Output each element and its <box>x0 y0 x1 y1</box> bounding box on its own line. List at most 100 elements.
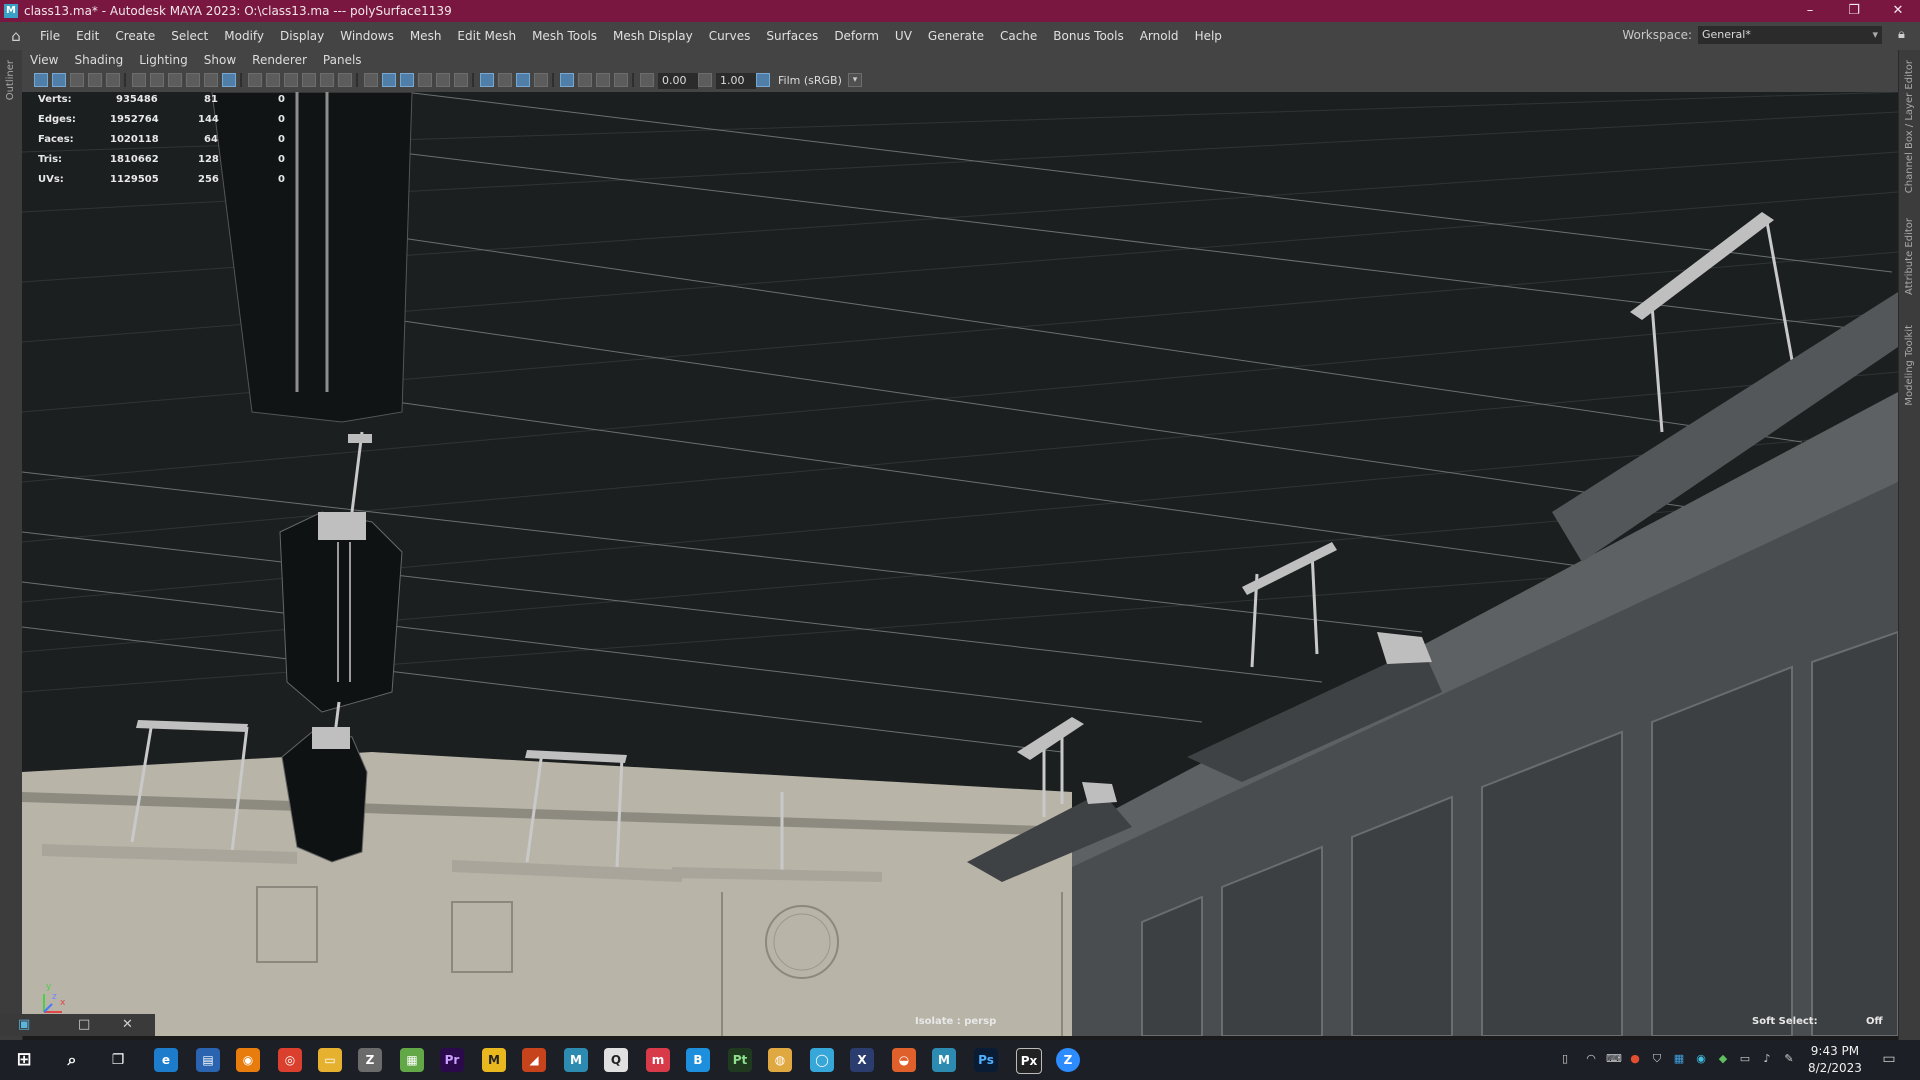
app-blue-icon[interactable]: B <box>686 1048 710 1072</box>
windows-start-icon[interactable]: ⊞ <box>12 1048 36 1072</box>
modeling-toolkit-tab[interactable]: Modeling Toolkit <box>1904 325 1915 406</box>
gate-mask-icon[interactable] <box>204 73 218 87</box>
restore-icon[interactable]: □ <box>78 1017 90 1032</box>
use-all-lights-icon[interactable] <box>364 73 378 87</box>
menu-mesh[interactable]: Mesh <box>402 29 450 43</box>
restore-button[interactable]: ❐ <box>1832 0 1876 22</box>
tray-app-icon[interactable]: ● <box>1628 1052 1642 1066</box>
volume-icon[interactable]: ♪ <box>1760 1052 1774 1066</box>
panel-menu-lighting[interactable]: Lighting <box>131 53 196 67</box>
channel-box-tab[interactable]: Channel Box / Layer Editor <box>1904 60 1915 193</box>
bookmark-icon[interactable] <box>70 73 84 87</box>
panel-menu-shading[interactable]: Shading <box>66 53 131 67</box>
maya-2-icon[interactable]: M <box>932 1048 956 1072</box>
menu-create[interactable]: Create <box>107 29 163 43</box>
smooth-shade-icon[interactable] <box>302 73 316 87</box>
substance-painter-icon[interactable]: Pt <box>728 1048 752 1072</box>
app-yellow-icon[interactable]: ◍ <box>768 1048 792 1072</box>
attribute-editor-tab[interactable]: Attribute Editor <box>1904 218 1915 295</box>
tray-wifi-icon[interactable]: ◠ <box>1584 1052 1598 1066</box>
frame-selected-icon[interactable] <box>614 73 628 87</box>
menu-file[interactable]: File <box>32 29 68 43</box>
tray-cloud-icon[interactable]: ◉ <box>1694 1052 1708 1066</box>
pen-icon[interactable]: ✎ <box>1782 1052 1796 1066</box>
motion-blur-icon[interactable] <box>418 73 432 87</box>
panel-menu-show[interactable]: Show <box>196 53 244 67</box>
minimize-button[interactable]: – <box>1788 0 1832 22</box>
camera-lock-icon[interactable] <box>578 73 592 87</box>
menu-generate[interactable]: Generate <box>920 29 992 43</box>
menu-surfaces[interactable]: Surfaces <box>758 29 826 43</box>
edge-icon[interactable]: e <box>154 1048 178 1072</box>
system-clock[interactable]: 9:43 PM 8/2/2023 <box>1808 1043 1862 1077</box>
outliner-tab[interactable]: Outliner <box>5 60 16 100</box>
tray-shield-icon[interactable]: ⛉ <box>1650 1052 1664 1066</box>
panel-menu-renderer[interactable]: Renderer <box>244 53 315 67</box>
wireframe-on-shaded-icon[interactable] <box>320 73 334 87</box>
store-icon[interactable]: ▤ <box>196 1048 220 1072</box>
depth-of-field-icon[interactable] <box>454 73 468 87</box>
tray-keyboard-icon[interactable]: ⌨ <box>1606 1052 1622 1066</box>
maps-icon[interactable]: ▦ <box>400 1048 424 1072</box>
menu-mesh-tools[interactable]: Mesh Tools <box>524 29 605 43</box>
grid-icon[interactable] <box>150 73 164 87</box>
resolution-gate-icon[interactable] <box>186 73 200 87</box>
safe-action-icon[interactable] <box>248 73 262 87</box>
menu-edit[interactable]: Edit <box>68 29 107 43</box>
wireframe-icon[interactable] <box>284 73 298 87</box>
color-management-icon[interactable] <box>756 73 770 87</box>
close-icon[interactable]: ✕ <box>122 1017 133 1032</box>
menu-cache[interactable]: Cache <box>992 29 1045 43</box>
exposure-field[interactable]: 0.00 <box>658 73 698 89</box>
panel-menu-view[interactable]: View <box>22 53 66 67</box>
menu-bonus-tools[interactable]: Bonus Tools <box>1045 29 1131 43</box>
app-x-icon[interactable]: X <box>850 1048 874 1072</box>
maya-window-icon[interactable]: ▣ <box>18 1017 30 1032</box>
menu-curves[interactable]: Curves <box>701 29 759 43</box>
chrome-icon[interactable]: ◎ <box>278 1048 302 1072</box>
panel-menu-panels[interactable]: Panels <box>315 53 370 67</box>
home-icon[interactable]: ⌂ <box>6 26 26 46</box>
screen-space-ao-icon[interactable] <box>400 73 414 87</box>
lock-icon[interactable]: 🔒︎ <box>1898 27 1912 43</box>
blender-icon[interactable]: ◉ <box>236 1048 260 1072</box>
safe-title-icon[interactable] <box>266 73 280 87</box>
app-orange-icon[interactable]: ◢ <box>522 1048 546 1072</box>
grease-pencil-icon[interactable] <box>132 73 146 87</box>
app-red-icon[interactable]: m <box>646 1048 670 1072</box>
tray-usb-icon[interactable]: ▯ <box>1558 1052 1572 1066</box>
premiere-icon[interactable]: Pr <box>440 1048 464 1072</box>
close-button[interactable]: ✕ <box>1876 0 1920 22</box>
houdini-icon[interactable]: ◒ <box>892 1048 916 1072</box>
zoom-icon[interactable]: Z <box>1056 1048 1080 1072</box>
tray-nvidia-icon[interactable]: ◆ <box>1716 1052 1730 1066</box>
image-plane-icon[interactable] <box>88 73 102 87</box>
menu-mesh-display[interactable]: Mesh Display <box>605 29 701 43</box>
gamma-field[interactable]: 1.00 <box>716 73 756 89</box>
menu-edit-mesh[interactable]: Edit Mesh <box>449 29 524 43</box>
file-explorer-icon[interactable]: ▭ <box>318 1048 342 1072</box>
3d-viewport[interactable] <box>22 92 1898 1036</box>
marmoset-icon[interactable]: M <box>482 1048 506 1072</box>
menu-select[interactable]: Select <box>163 29 216 43</box>
pixplant-icon[interactable]: Px <box>1016 1048 1042 1074</box>
zbrush-icon[interactable]: Z <box>358 1048 382 1072</box>
maya-taskbar-icon[interactable]: M <box>564 1048 588 1072</box>
menu-deform[interactable]: Deform <box>826 29 887 43</box>
chevron-down-icon[interactable]: ▾ <box>848 73 862 87</box>
app-search-icon[interactable]: Q <box>604 1048 628 1072</box>
anti-aliasing-icon[interactable] <box>436 73 450 87</box>
exposure-icon[interactable] <box>640 73 654 87</box>
2d-pan-icon[interactable] <box>106 73 120 87</box>
workspace-dropdown[interactable]: General* ▾ <box>1698 26 1882 44</box>
tray-windows-icon[interactable]: ▦ <box>1672 1052 1686 1066</box>
photoshop-icon[interactable]: Ps <box>974 1048 998 1072</box>
field-chart-icon[interactable] <box>222 73 236 87</box>
film-gate-icon[interactable] <box>168 73 182 87</box>
gamma-icon[interactable] <box>698 73 712 87</box>
frame-all-icon[interactable] <box>596 73 610 87</box>
isolate-icon[interactable] <box>560 73 574 87</box>
tray-monitor-icon[interactable]: ▭ <box>1738 1052 1752 1066</box>
shadows-icon[interactable] <box>382 73 396 87</box>
isolate-select-icon[interactable] <box>480 73 494 87</box>
